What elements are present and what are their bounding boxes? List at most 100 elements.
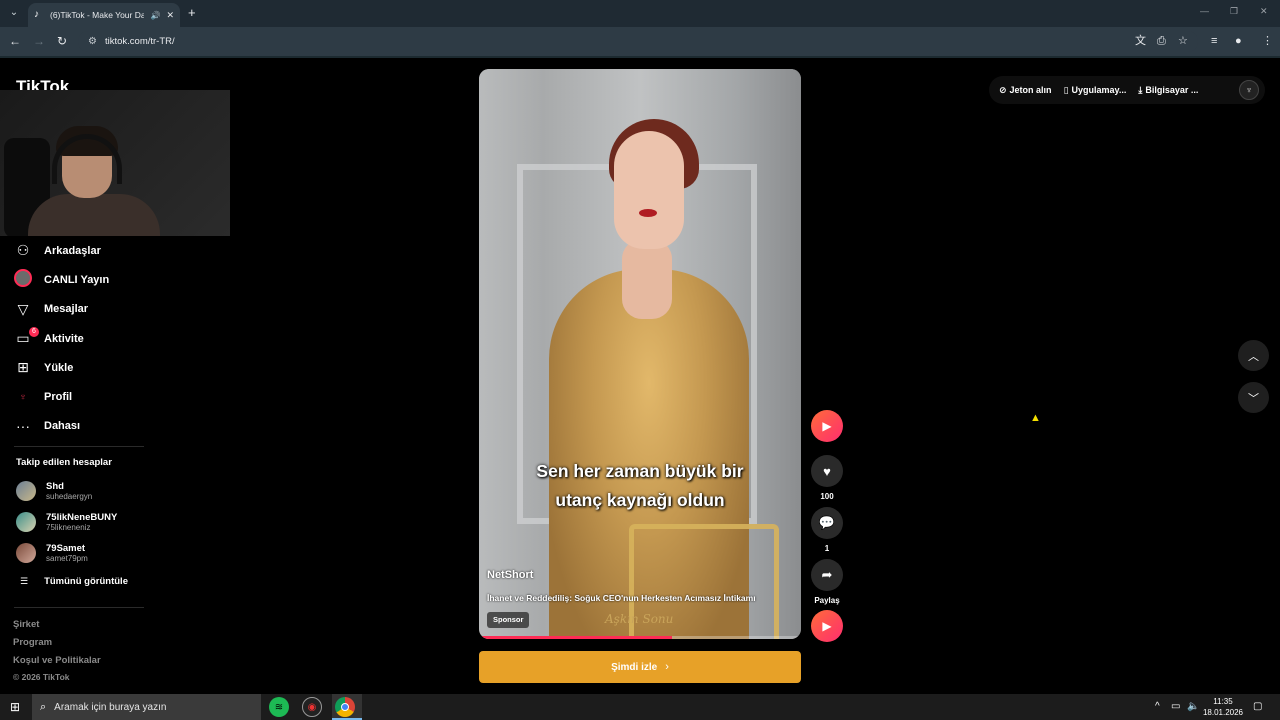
- share-label: Paylaş: [814, 596, 840, 605]
- video-lips: [639, 209, 657, 217]
- sidebar-item-label: Dahası: [44, 420, 81, 433]
- tab-title: (6)TikTok - Make Your Day: [50, 10, 145, 20]
- footer-link-terms[interactable]: Koşul ve Politikalar: [13, 655, 101, 666]
- like-button[interactable]: ♥ 100: [811, 455, 843, 501]
- chrome-icon[interactable]: [335, 697, 355, 717]
- previous-video-button[interactable]: ︿: [1238, 340, 1269, 371]
- sidebar-item-label: Arkadaşlar: [44, 244, 101, 257]
- sidebar-item-more[interactable]: ··· Dahası: [14, 412, 214, 441]
- following-account[interactable]: 79Samet samet79pm: [16, 540, 176, 566]
- copyright: © 2026 TikTok: [13, 672, 70, 682]
- sidebar-menu: ⚇ Arkadaşlar CANLI Yayın ▽ Mesajlar ▭ 6 …: [14, 236, 214, 441]
- desktop-app-button[interactable]: ⤓ Bilgisayar ...: [1138, 85, 1198, 96]
- taskbar-clock[interactable]: 11:35 18.01.2026: [1202, 696, 1244, 718]
- profile-icon: ♆: [19, 391, 27, 403]
- account-handle: 75likneneniz: [46, 523, 91, 532]
- next-video-button[interactable]: ﹀: [1238, 382, 1269, 413]
- browser-tab[interactable]: ♪ (6)TikTok - Make Your Day 🔊 ✕: [28, 3, 180, 27]
- get-coins-button[interactable]: ⊘ Jeton alın: [999, 85, 1052, 96]
- audio-playing-icon[interactable]: 🔊: [150, 11, 160, 20]
- sidebar-item-upload[interactable]: ⊞ Yükle: [14, 353, 214, 382]
- sidebar-item-live[interactable]: CANLI Yayın: [14, 265, 214, 294]
- watch-now-button[interactable]: Şimdi izle ›: [479, 651, 801, 683]
- tray-expand-icon[interactable]: ^: [1155, 701, 1160, 712]
- network-icon[interactable]: ▭: [1171, 701, 1180, 712]
- user-avatar[interactable]: ♆: [1239, 80, 1259, 100]
- minimize-icon[interactable]: —: [1200, 6, 1209, 16]
- footer-link-company[interactable]: Şirket: [13, 619, 39, 630]
- account-name: Shd: [46, 481, 64, 492]
- sidebar-item-profile[interactable]: ♆ Profil: [14, 382, 214, 411]
- tab-search-dropdown[interactable]: ⌄: [6, 5, 22, 21]
- sponsor-badge: Sponsor: [487, 612, 530, 628]
- site-info-icon[interactable]: ⚙: [88, 36, 97, 47]
- forward-icon[interactable]: →: [33, 34, 45, 48]
- search-icon: ⌕: [40, 700, 47, 713]
- address-bar[interactable]: ⚙ tiktok.com/tr-TR/: [78, 31, 1198, 52]
- sidebar-item-label: CANLI Yayın: [44, 273, 110, 286]
- video-subtitle-line2: utanç kaynağı oldun: [555, 490, 725, 510]
- browser-menu-icon[interactable]: ⋮: [1262, 35, 1273, 47]
- avatar: [16, 512, 36, 532]
- toolbar-divider: [0, 56, 1280, 58]
- sidebar-item-label: Yükle: [44, 361, 74, 374]
- maximize-icon[interactable]: ❐: [1230, 6, 1238, 17]
- video-progress-bar[interactable]: [479, 636, 801, 639]
- search-placeholder: Aramak için buraya yazın: [54, 701, 167, 713]
- video-player[interactable]: Sen her zaman büyük bir utanç kaynağı ol…: [479, 69, 801, 639]
- sidebar-item-messages[interactable]: ▽ Mesajlar: [14, 295, 214, 324]
- get-app-label: Uygulamay...: [1071, 85, 1127, 95]
- comment-count: 1: [824, 544, 830, 553]
- obs-icon[interactable]: ◉: [302, 697, 322, 717]
- bookmark-star-icon[interactable]: ☆: [1178, 35, 1188, 47]
- sidebar-divider: [14, 607, 144, 608]
- spotify-icon[interactable]: ≋: [269, 697, 289, 717]
- windows-start-icon[interactable]: ⊞: [10, 700, 20, 714]
- get-coins-label: Jeton alın: [1009, 85, 1052, 95]
- back-icon[interactable]: ←: [9, 34, 21, 48]
- like-count: 100: [820, 492, 834, 501]
- music-disc[interactable]: ▶: [811, 610, 843, 642]
- windows-taskbar: ⊞ ⌕ Aramak için buraya yazın ≋ ◉ ^ ▭ 🔈 1…: [0, 694, 1280, 720]
- browser-toolbar: ← → ↻ ⚙ tiktok.com/tr-TR/ 文 ⎙ ☆ ≡ ● ⋮: [0, 27, 1280, 56]
- following-account[interactable]: 75likNeneBUNY 75likneneniz: [16, 509, 176, 535]
- comment-button[interactable]: 💬 1: [811, 507, 843, 553]
- sidebar-item-label: Profil: [44, 391, 73, 404]
- following-account[interactable]: Shd suhedaergyn: [16, 478, 176, 504]
- header-actions: ⊘ Jeton alın ▯ Uygulamay... ⤓ Bilgisayar ..…: [989, 76, 1265, 104]
- friends-icon: ⚇: [16, 242, 30, 259]
- media-controls-icon[interactable]: ≡: [1211, 35, 1217, 47]
- close-window-icon[interactable]: ✕: [1260, 6, 1268, 17]
- share-button[interactable]: ➦ Paylaş: [811, 559, 843, 605]
- music-disc-icon: ▶: [811, 610, 843, 642]
- sidebar-item-activity[interactable]: ▭ 6 Aktivite: [14, 324, 214, 353]
- notifications-icon[interactable]: ▢: [1253, 701, 1262, 712]
- live-icon: [14, 269, 32, 290]
- video-watermark: Aşkın Sonu: [605, 612, 674, 626]
- profile-avatar-icon[interactable]: ●: [1235, 35, 1242, 47]
- see-all-label: Tümünü görüntüle: [44, 576, 128, 587]
- translate-icon[interactable]: 文: [1135, 35, 1146, 47]
- mouse-cursor-icon: ▲: [1030, 412, 1041, 424]
- video-subtitle-line1: Sen her zaman büyük bir: [536, 461, 744, 481]
- taskbar-search[interactable]: ⌕ Aramak için buraya yazın: [32, 694, 261, 720]
- sidebar-item-label: Mesajlar: [44, 303, 89, 316]
- video-neck: [622, 239, 672, 319]
- footer-link-program[interactable]: Program: [13, 637, 52, 648]
- video-author[interactable]: NetShort: [487, 569, 533, 581]
- reload-icon[interactable]: ↻: [57, 34, 67, 48]
- coin-icon: ⊘: [999, 84, 1007, 95]
- volume-icon[interactable]: 🔈: [1187, 701, 1199, 712]
- close-tab-icon[interactable]: ✕: [166, 10, 174, 21]
- see-all-following[interactable]: ☰ Tümünü görüntüle: [20, 576, 128, 587]
- sidebar-item-label: Aktivite: [44, 332, 84, 345]
- get-app-button[interactable]: ▯ Uygulamay...: [1064, 85, 1127, 96]
- install-app-icon[interactable]: ⎙: [1157, 35, 1166, 47]
- messages-icon: ▽: [17, 300, 29, 317]
- watch-now-label: Şimdi izle: [611, 661, 658, 673]
- sidebar-divider: [14, 446, 144, 447]
- creator-avatar[interactable]: ▶: [811, 410, 843, 442]
- new-tab-button[interactable]: +: [188, 5, 196, 21]
- browser-titlebar: ⌄ ♪ (6)TikTok - Make Your Day 🔊 ✕ + — ❐ …: [0, 0, 1280, 27]
- sidebar-item-friends[interactable]: ⚇ Arkadaşlar: [14, 236, 214, 265]
